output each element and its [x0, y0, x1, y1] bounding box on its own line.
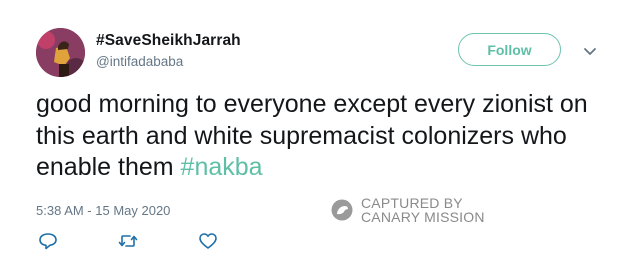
reply-icon[interactable]	[38, 232, 58, 250]
chevron-down-icon[interactable]	[583, 44, 597, 55]
retweet-icon[interactable]	[118, 232, 138, 250]
heart-icon[interactable]	[198, 232, 218, 250]
watermark: CAPTURED BY CANARY MISSION	[331, 196, 485, 224]
avatar[interactable]	[36, 28, 85, 77]
tweet-body: good morning to everyone except every zi…	[36, 90, 588, 181]
watermark-text: CAPTURED BY CANARY MISSION	[361, 196, 485, 224]
tweet-timestamp[interactable]: 5:38 AM - 15 May 2020	[36, 203, 170, 218]
display-name[interactable]: #SaveSheikhJarrah	[96, 32, 241, 50]
watermark-line1: CAPTURED BY	[361, 195, 463, 211]
user-handle[interactable]: @intifadababa	[96, 54, 183, 69]
tweet-card: #SaveSheikhJarrah @intifadababa Follow g…	[0, 0, 635, 280]
watermark-line2: CANARY MISSION	[361, 209, 485, 225]
follow-button[interactable]: Follow	[458, 33, 561, 66]
tweet-text: good morning to everyone except every zi…	[36, 89, 606, 184]
hashtag-link[interactable]: #nakba	[181, 153, 263, 181]
canary-logo-icon	[331, 199, 353, 221]
